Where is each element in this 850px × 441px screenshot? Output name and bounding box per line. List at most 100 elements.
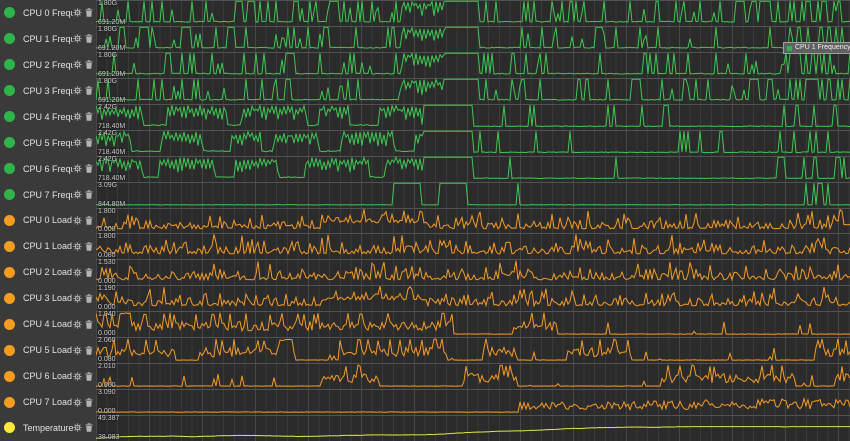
gear-icon[interactable] xyxy=(73,268,82,277)
chart-hover-tooltip: CPU 1 Frequency 1.08G xyxy=(783,42,850,54)
sensor-waveform xyxy=(96,131,850,152)
sensor-chart[interactable]: 3.09G844.80M xyxy=(96,182,850,208)
sensor-chart[interactable]: 2.42G718.40M xyxy=(96,156,850,182)
sensor-row-sidebar: CPU 7 Frequency xyxy=(0,182,96,208)
sensor-chart[interactable]: 1.9400.000 xyxy=(96,311,850,337)
sensor-row-sidebar: CPU 5 Load xyxy=(0,337,96,363)
trash-icon[interactable] xyxy=(85,190,93,199)
trash-icon[interactable] xyxy=(85,164,93,173)
sensor-waveform xyxy=(96,399,850,413)
sensor-label: CPU 1 Frequency xyxy=(23,34,73,44)
sensor-chart[interactable]: 2.42G718.40M xyxy=(96,104,850,130)
trash-icon[interactable] xyxy=(85,138,93,147)
sensor-chart[interactable]: 2.0600.080 xyxy=(96,337,850,363)
trash-icon[interactable] xyxy=(85,112,93,121)
sensor-waveform xyxy=(96,313,850,335)
sensor-chart[interactable]: 1.5300.000 xyxy=(96,259,850,285)
sensor-chart[interactable]: 49.38738.083 xyxy=(96,415,850,441)
gear-icon[interactable] xyxy=(73,60,82,69)
sensor-waveform xyxy=(96,365,850,386)
sensor-row: Temperature49.38738.083 xyxy=(0,415,850,441)
sensor-waveform xyxy=(96,53,850,74)
gear-icon[interactable] xyxy=(73,112,82,121)
sensor-color-dot xyxy=(4,137,15,148)
sensor-chart[interactable]: 1.80G691.20M xyxy=(96,52,850,78)
trash-icon[interactable] xyxy=(85,398,93,407)
sensor-chart[interactable]: 1.1900.000 xyxy=(96,285,850,311)
sensor-chart[interactable]: 1.80G691.20M xyxy=(96,0,850,26)
sensor-color-dot xyxy=(4,241,15,252)
sensor-color-dot xyxy=(4,163,15,174)
trash-icon[interactable] xyxy=(85,34,93,43)
sensor-row-sidebar: CPU 2 Frequency xyxy=(0,52,96,78)
sensor-color-dot xyxy=(4,345,15,356)
trash-icon[interactable] xyxy=(85,60,93,69)
sensor-row-sidebar: CPU 4 Load xyxy=(0,311,96,337)
gear-icon[interactable] xyxy=(73,34,82,43)
trash-icon[interactable] xyxy=(85,216,93,225)
sensor-color-dot xyxy=(4,189,15,200)
sensor-chart[interactable]: 2.0100.060 xyxy=(96,363,850,389)
sensor-label: CPU 0 Frequency xyxy=(23,8,73,18)
sensor-waveform xyxy=(96,339,850,361)
sensor-row-sidebar: CPU 3 Load xyxy=(0,285,96,311)
gear-icon[interactable] xyxy=(73,423,82,432)
gear-icon[interactable] xyxy=(73,190,82,199)
sensor-row: CPU 6 Load2.0100.060 xyxy=(0,363,850,389)
trash-icon[interactable] xyxy=(85,346,93,355)
sensor-row-sidebar: Temperature xyxy=(0,415,96,441)
sensor-row: CPU 2 Frequency 1.80G691.20M xyxy=(0,52,850,78)
sensor-waveform xyxy=(96,427,850,438)
sensor-row-sidebar: CPU 4 Frequency xyxy=(0,104,96,130)
gear-icon[interactable] xyxy=(73,138,82,147)
sensor-label: CPU 6 Frequency xyxy=(23,164,73,174)
gear-icon[interactable] xyxy=(73,86,82,95)
sensor-color-dot xyxy=(4,59,15,70)
sensor-row-sidebar: CPU 6 Load xyxy=(0,363,96,389)
sensor-waveform xyxy=(96,261,850,280)
trash-icon[interactable] xyxy=(85,86,93,95)
sensor-label: CPU 2 Frequency xyxy=(23,60,73,70)
trash-icon[interactable] xyxy=(85,423,93,432)
sensor-chart[interactable]: 1.8000.080 xyxy=(96,233,850,259)
sensor-chart[interactable]: 2.42G718.40M xyxy=(96,130,850,156)
sensor-row: CPU 2 Load1.5300.000 xyxy=(0,259,850,285)
trash-icon[interactable] xyxy=(85,268,93,277)
gear-icon[interactable] xyxy=(73,398,82,407)
sensor-chart[interactable]: 1.8000.000 xyxy=(96,208,850,234)
gear-icon[interactable] xyxy=(73,8,82,17)
trash-icon[interactable] xyxy=(85,320,93,329)
sensor-chart[interactable]: 1.80G691.20M xyxy=(96,78,850,104)
gear-icon[interactable] xyxy=(73,242,82,251)
trash-icon[interactable] xyxy=(85,294,93,303)
sensor-waveform xyxy=(96,157,850,178)
sensor-row: CPU 0 Frequency 1.80G691.20M xyxy=(0,0,850,26)
sensor-chart[interactable]: 3.0900.000 xyxy=(96,389,850,415)
sensor-row-sidebar: CPU 5 Frequency xyxy=(0,130,96,156)
trash-icon[interactable] xyxy=(85,8,93,17)
sensor-waveform xyxy=(96,287,850,307)
sensor-label: CPU 5 Frequency xyxy=(23,138,73,148)
sensor-color-dot xyxy=(4,111,15,122)
gear-icon[interactable] xyxy=(73,372,82,381)
gear-icon[interactable] xyxy=(73,216,82,225)
sensor-chart[interactable]: 1.80G691.20M xyxy=(96,26,850,52)
gear-icon[interactable] xyxy=(73,320,82,329)
sensor-row-sidebar: CPU 0 Load xyxy=(0,208,96,234)
sensor-color-dot xyxy=(4,371,15,382)
sensor-color-dot xyxy=(4,85,15,96)
sensor-label: CPU 1 Load xyxy=(23,241,73,251)
sensor-row: CPU 0 Load1.8000.000 xyxy=(0,208,850,234)
sensor-row: CPU 6 Frequency 2.42G718.40M xyxy=(0,156,850,182)
gear-icon[interactable] xyxy=(73,164,82,173)
sensor-row-list: CPU 0 Frequency1.80G691.20MCPU 1 Frequen… xyxy=(0,0,850,441)
sensor-monitor-window: CPU 0 Frequency1.80G691.20MCPU 1 Frequen… xyxy=(0,0,850,441)
tooltip-series-label: CPU 1 Frequency xyxy=(795,44,850,52)
sensor-color-dot xyxy=(4,319,15,330)
trash-icon[interactable] xyxy=(85,372,93,381)
trash-icon[interactable] xyxy=(85,242,93,251)
sensor-row: CPU 7 Load3.0900.000 xyxy=(0,389,850,415)
gear-icon[interactable] xyxy=(73,346,82,355)
sensor-color-dot xyxy=(4,215,15,226)
gear-icon[interactable] xyxy=(73,294,82,303)
